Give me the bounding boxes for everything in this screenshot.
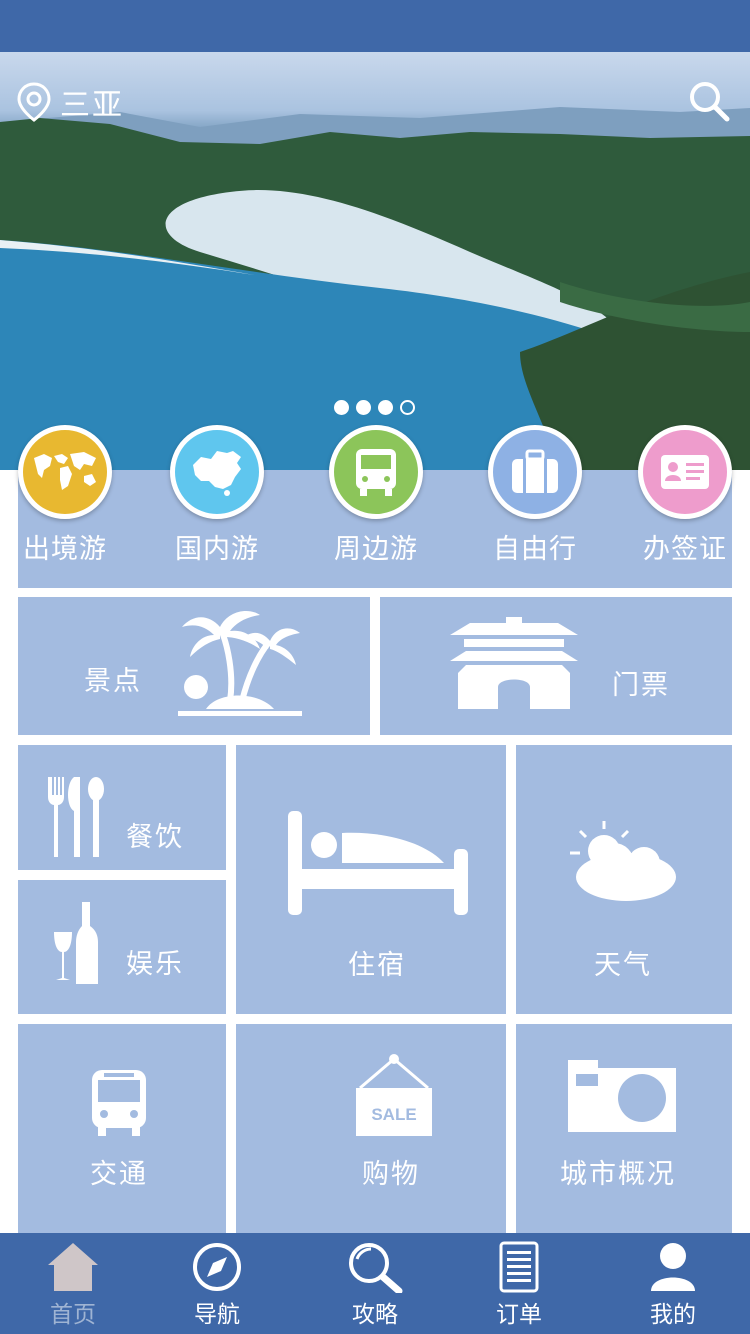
- wine-bottle-icon: [54, 902, 98, 984]
- tile-shopping[interactable]: SALE 购物: [236, 1024, 506, 1233]
- suitcase-icon: [512, 449, 558, 493]
- status-bar: [0, 0, 750, 52]
- compass-icon: [193, 1243, 241, 1291]
- tab-label: 订单: [496, 1302, 542, 1328]
- category-visa[interactable]: 办签证: [638, 425, 732, 566]
- tile-label: 景点: [84, 666, 142, 697]
- category-icon-bg: [638, 425, 732, 519]
- carousel-dot[interactable]: [378, 400, 393, 415]
- tab-navigation[interactable]: 导航: [172, 1241, 262, 1329]
- sun-cloud-icon: [570, 821, 676, 901]
- category-icon-bg: [18, 425, 112, 519]
- category-nearby-travel[interactable]: 周边游: [329, 425, 423, 566]
- tile-tickets[interactable]: 门票: [380, 597, 732, 735]
- id-card-icon: [661, 455, 709, 489]
- hero-banner[interactable]: 三亚: [0, 52, 750, 470]
- bed-icon: [288, 811, 468, 915]
- category-icon-bg: [329, 425, 423, 519]
- tile-scenic-spots[interactable]: 景点: [18, 597, 370, 735]
- tab-guides[interactable]: 攻略: [330, 1241, 420, 1329]
- bus-front-icon: [92, 1070, 146, 1136]
- category-label: 周边游: [334, 534, 418, 565]
- tile-label: 购物: [362, 1159, 420, 1190]
- category-free-travel[interactable]: 自由行: [488, 425, 582, 566]
- tile-label: 餐饮: [126, 822, 184, 853]
- city-name: 三亚: [60, 88, 124, 123]
- china-map-icon: [193, 451, 241, 496]
- location-pin-icon: [17, 82, 51, 122]
- category-domestic-travel[interactable]: 国内游: [170, 425, 264, 566]
- tile-transport[interactable]: 交通: [18, 1024, 226, 1233]
- camera-icon: [568, 1060, 676, 1132]
- user-icon: [651, 1243, 695, 1291]
- carousel-dot[interactable]: [400, 400, 415, 415]
- category-label: 办签证: [643, 534, 727, 565]
- tile-lodging[interactable]: 住宿: [236, 745, 506, 1014]
- tab-label: 攻略: [352, 1302, 398, 1328]
- category-label: 出境游: [23, 534, 107, 565]
- gate-building-icon: [450, 617, 578, 709]
- category-label: 自由行: [493, 534, 577, 565]
- tile-weather[interactable]: 天气: [516, 745, 732, 1014]
- tile-city-overview[interactable]: 城市概况: [516, 1024, 732, 1233]
- tile-label: 天气: [594, 950, 652, 981]
- carousel-dot[interactable]: [356, 400, 371, 415]
- search-icon: [690, 82, 730, 122]
- tab-label: 首页: [50, 1302, 96, 1328]
- category-label: 国内游: [175, 534, 259, 565]
- category-icon-bg: [170, 425, 264, 519]
- category-icon-bg: [488, 425, 582, 519]
- tile-label: 住宿: [348, 950, 406, 981]
- tile-label: 娱乐: [126, 949, 184, 980]
- tab-label: 导航: [194, 1302, 240, 1328]
- magnifier-icon: [349, 1243, 403, 1293]
- tab-profile[interactable]: 我的: [628, 1241, 718, 1329]
- cutlery-icon: [48, 777, 104, 857]
- tile-entertainment[interactable]: 娱乐: [18, 880, 226, 1014]
- world-map-icon: [34, 452, 96, 490]
- tile-label: 城市概况: [560, 1159, 676, 1190]
- order-list-icon: [499, 1241, 539, 1293]
- sale-tag-icon: SALE: [356, 1054, 432, 1136]
- tile-dining[interactable]: 餐饮: [18, 745, 226, 870]
- tab-home[interactable]: 首页: [28, 1241, 118, 1329]
- carousel-indicator: [334, 400, 415, 415]
- carousel-dot[interactable]: [334, 400, 349, 415]
- tile-label: 交通: [90, 1159, 148, 1190]
- tab-orders[interactable]: 订单: [474, 1241, 564, 1329]
- palm-island-icon: [178, 611, 302, 716]
- bus-icon: [356, 449, 396, 496]
- search-button[interactable]: [688, 80, 730, 122]
- category-outbound-travel[interactable]: 出境游: [18, 425, 112, 566]
- bottom-tab-bar: 首页 导航 攻略 订单 我的: [0, 1233, 750, 1334]
- location-selector[interactable]: 三亚: [16, 80, 124, 124]
- home-icon: [48, 1243, 98, 1291]
- svg-text:SALE: SALE: [371, 1105, 416, 1124]
- tab-label: 我的: [650, 1302, 696, 1328]
- tile-label: 门票: [612, 670, 670, 701]
